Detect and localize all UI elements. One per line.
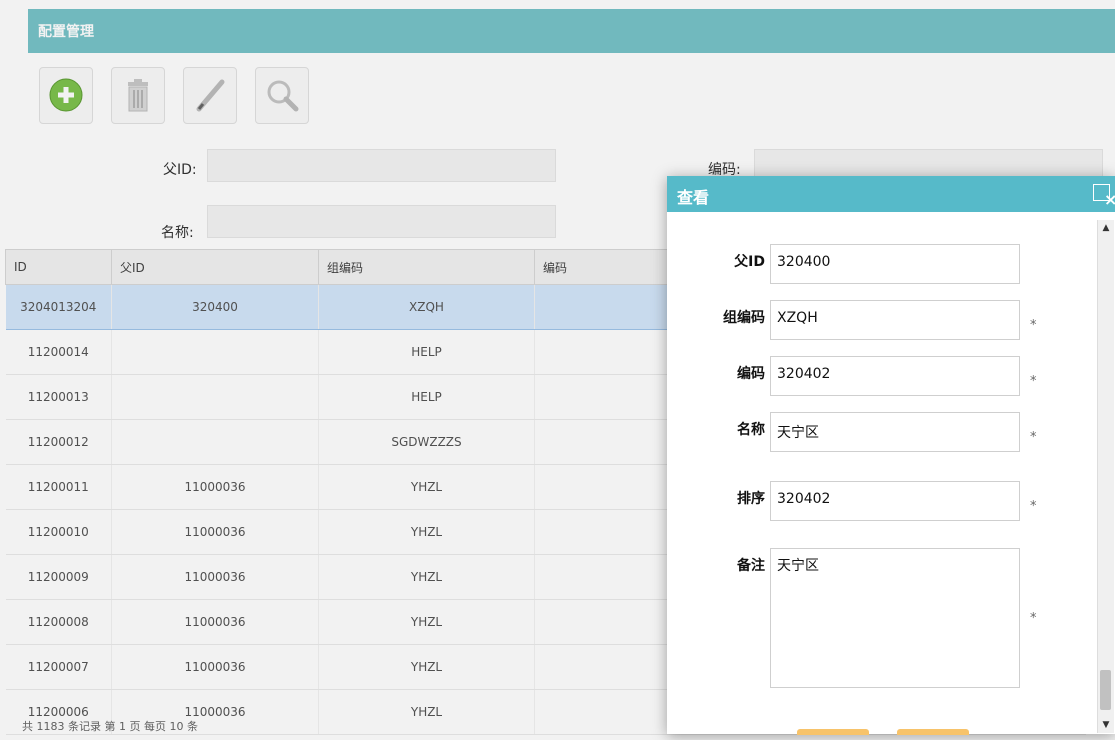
scroll-up-arrow-icon[interactable]: ▲ [1098,220,1114,236]
dialog-scrollbar[interactable]: ▲ ▼ [1097,220,1114,733]
group-code-label: 组编码 [723,310,765,326]
dialog-button-left[interactable] [797,729,869,735]
dialog-title: 查看 [677,188,710,207]
parent-id-field[interactable]: 320400 [770,244,1020,284]
group-code-field[interactable]: XZQH [770,300,1020,340]
scrollbar-thumb[interactable] [1100,670,1111,710]
view-dialog: 查看 × 父ID 320400 组编码 XZQH * 编码 320402 * 名… [667,176,1115,735]
required-mark: * [1030,318,1037,333]
sort-label: 排序 [737,491,765,507]
required-mark: * [1030,430,1037,445]
close-button[interactable]: × [1093,184,1115,208]
sort-field[interactable]: 320402 [770,481,1020,521]
close-icon: × [1104,190,1115,209]
required-mark: * [1030,374,1037,389]
code-label: 编码 [737,366,765,382]
dialog-title-bar: 查看 × [667,176,1115,212]
required-mark: * [1030,611,1037,626]
remark-textarea[interactable]: 天宁区 [770,548,1020,688]
parent-id-label: 父ID [734,254,765,270]
code-field[interactable]: 320402 [770,356,1020,396]
required-mark: * [1030,499,1037,514]
scroll-down-arrow-icon[interactable]: ▼ [1098,717,1114,733]
name-field[interactable]: 天宁区 [770,412,1020,452]
dialog-button-right[interactable] [897,729,969,735]
name-label: 名称 [737,422,765,438]
remark-label: 备注 [737,558,765,574]
